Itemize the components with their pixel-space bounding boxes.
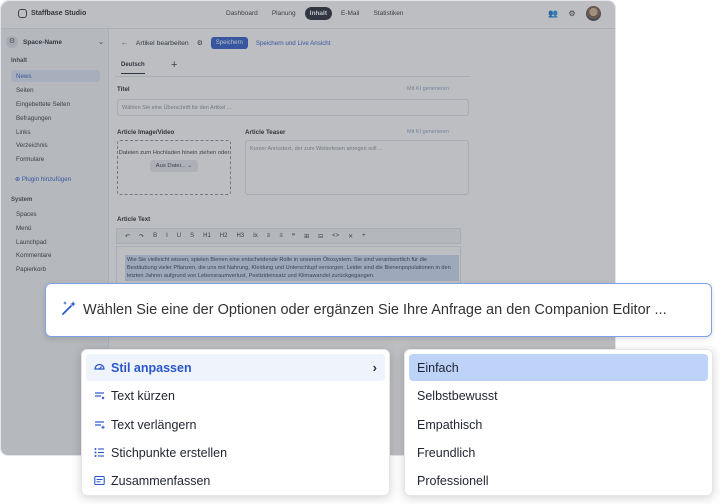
magic-wand-icon — [62, 301, 76, 315]
menu-item-label: Zusammenfassen — [111, 473, 211, 488]
companion-prompt-input[interactable]: Wählen Sie eine der Optionen oder ergänz… — [45, 283, 712, 337]
menu-item-stichpunkte[interactable]: Stichpunkte erstellen — [86, 439, 385, 466]
ai-actions-menu: Stil anpassen › Text kürzen Text verläng… — [81, 349, 390, 496]
lengthen-icon — [95, 421, 105, 429]
menu-item-label: Text verlängern — [111, 417, 197, 432]
menu-item-stil-anpassen[interactable]: Stil anpassen › — [86, 354, 385, 381]
style-icon — [94, 363, 105, 370]
bullets-icon — [94, 448, 104, 457]
menu-item-text-verlaengern[interactable]: Text verlängern — [86, 411, 385, 438]
chevron-right-icon: › — [372, 360, 377, 375]
style-option-empathisch[interactable]: Empathisch — [409, 411, 708, 438]
menu-item-label: Stil anpassen — [111, 360, 192, 375]
style-option-einfach[interactable]: Einfach — [409, 354, 708, 381]
style-option-freundlich[interactable]: Freundlich — [409, 439, 708, 466]
shorten-icon — [95, 392, 105, 400]
style-submenu: Einfach Selbstbewusst Empathisch Freundl… — [404, 349, 713, 496]
menu-item-zusammenfassen[interactable]: Zusammenfassen — [86, 467, 385, 494]
menu-item-text-kuerzen[interactable]: Text kürzen — [86, 382, 385, 409]
menu-item-label: Text kürzen — [111, 388, 175, 403]
style-option-selbstbewusst[interactable]: Selbstbewusst — [409, 382, 708, 409]
style-option-professionell[interactable]: Professionell — [409, 467, 708, 494]
prompt-placeholder: Wählen Sie eine der Optionen oder ergänz… — [83, 302, 667, 318]
summary-icon — [94, 475, 105, 486]
menu-item-label: Stichpunkte erstellen — [111, 445, 228, 460]
